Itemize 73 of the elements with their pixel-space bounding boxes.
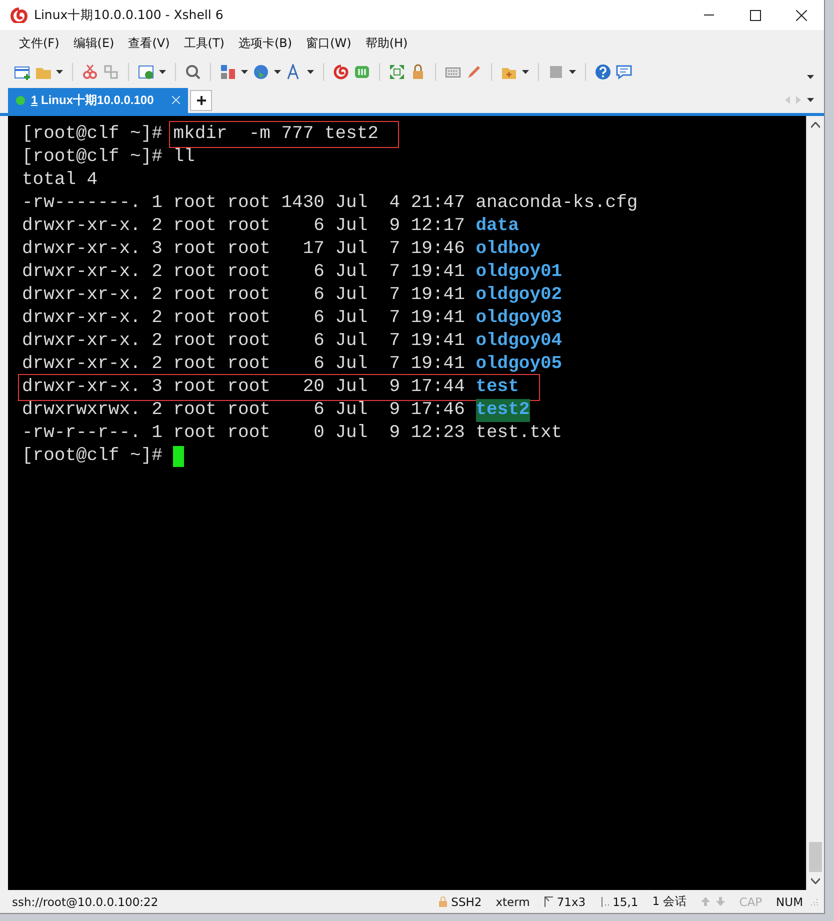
status-text: 71x3 [556,894,586,909]
terminal-text: [root@clf ~]# [22,122,164,146]
expand-icon[interactable] [389,64,405,80]
lock-icon[interactable] [410,64,426,80]
terminal-text: drwxr-xr-x. 2 root root 6 Jul 7 19:41 [22,306,466,330]
close-icon[interactable] [796,10,806,20]
plus-icon[interactable] [196,96,206,105]
search-icon[interactable] [185,64,201,80]
directory-name: oldgoy04 [476,330,562,353]
maximize-icon[interactable] [750,10,760,20]
terminal-text: drwxr-xr-x. 3 root root 17 Jul 7 19:46 [22,238,466,261]
terminal-text: mkdir -m 777 test2 [173,122,378,146]
window-title: Linux十期10.0.0.100 - Xshell 6 [34,6,224,24]
caret-icon[interactable] [159,70,166,74]
menu-item[interactable]: 选项卡(B) [232,32,300,56]
terminal-text: drwxrwxrwx. 2 root root 6 Jul 9 17:46 [22,398,466,422]
resize-icon [544,896,554,908]
terminal-text: [root@clf ~]# ll [22,146,195,169]
plus-document-icon[interactable] [14,64,30,80]
app-logo-icon [10,7,28,23]
directory-name: oldgoy03 [476,306,562,330]
scrollbar-thumb[interactable] [809,842,822,872]
terminal-text: [root@clf ~]# [22,444,164,468]
help-icon[interactable] [595,64,611,80]
lock-icon [438,896,448,908]
resize-grip-icon[interactable] [809,897,818,906]
caret-icon[interactable] [569,70,576,74]
terminal-text: total 4 [22,168,98,192]
terminal-text: drwxr-xr-x. 2 root root 6 Jul 7 19:41 [22,330,466,353]
terminal-text: drwxr-xr-x. 2 root root 6 Jul 7 19:41 [22,284,466,307]
caret-icon[interactable] [807,98,814,102]
scroll-down-icon[interactable] [811,878,820,884]
chat-icon[interactable] [616,64,632,80]
caret-icon[interactable] [307,70,314,74]
layout-icon[interactable] [220,64,236,80]
key-indicator: CAP [739,894,762,909]
caret-icon[interactable] [241,70,248,74]
menu-item[interactable]: 文件(F) [12,32,66,56]
caret-icon[interactable] [56,70,63,74]
connection-address: ssh://root@10.0.0.100:22 [12,894,158,909]
scissors-icon[interactable] [82,64,98,80]
menu-item[interactable]: 编辑(E) [66,32,122,56]
caret-icon[interactable] [522,70,529,74]
terminal-text: drwxr-xr-x. 2 root root 6 Jul 7 19:41 [22,260,466,284]
spiral-icon[interactable] [333,64,349,80]
scroll-up-icon[interactable] [811,122,820,128]
pen-icon[interactable] [466,64,482,80]
caret-icon[interactable] [274,70,281,74]
menu-item[interactable]: 工具(T) [176,32,232,56]
directory-name: oldgoy02 [476,284,562,307]
directory-name: test2 [476,398,530,422]
directory-name: oldgoy05 [476,352,562,376]
status-text: SSH2 [451,894,482,909]
terminal-text: -rw-------. 1 root root 1430 Jul 4 21:47 anaconda-ks.cfg [22,192,638,215]
terminal-text: drwxr-xr-x. 3 root root 20 Jul 9 17:44 [22,376,466,399]
status-text: 15,1 [612,894,638,909]
session-tab[interactable]: 1 Linux十期10.0.0.100 [8,88,188,113]
cursor-position-icon [600,896,610,908]
caret-icon[interactable] [807,74,814,79]
directory-name: data [476,214,519,238]
key-indicator: NUM [776,894,803,909]
terminal-text: drwxr-xr-x. 2 root root 6 Jul 9 12:17 [22,214,466,238]
menu-item[interactable]: 查看(V) [121,32,177,56]
menu-item[interactable]: 窗口(W) [299,32,358,56]
status-text: 1 会话 [652,894,688,910]
directory-name: test [476,376,519,399]
terminal-text: drwxr-xr-x. 2 root root 6 Jul 7 19:41 [22,352,466,376]
status-text: xterm [496,894,530,909]
terminal-text: -rw-r--r--. 1 root root 0 Jul 9 12:23 test.txt [22,422,562,445]
menu-item[interactable]: 帮助(H) [358,32,415,56]
globe-icon[interactable] [253,64,269,80]
directory-name: oldgoy01 [476,260,562,284]
directory-name: oldboy [476,238,540,261]
